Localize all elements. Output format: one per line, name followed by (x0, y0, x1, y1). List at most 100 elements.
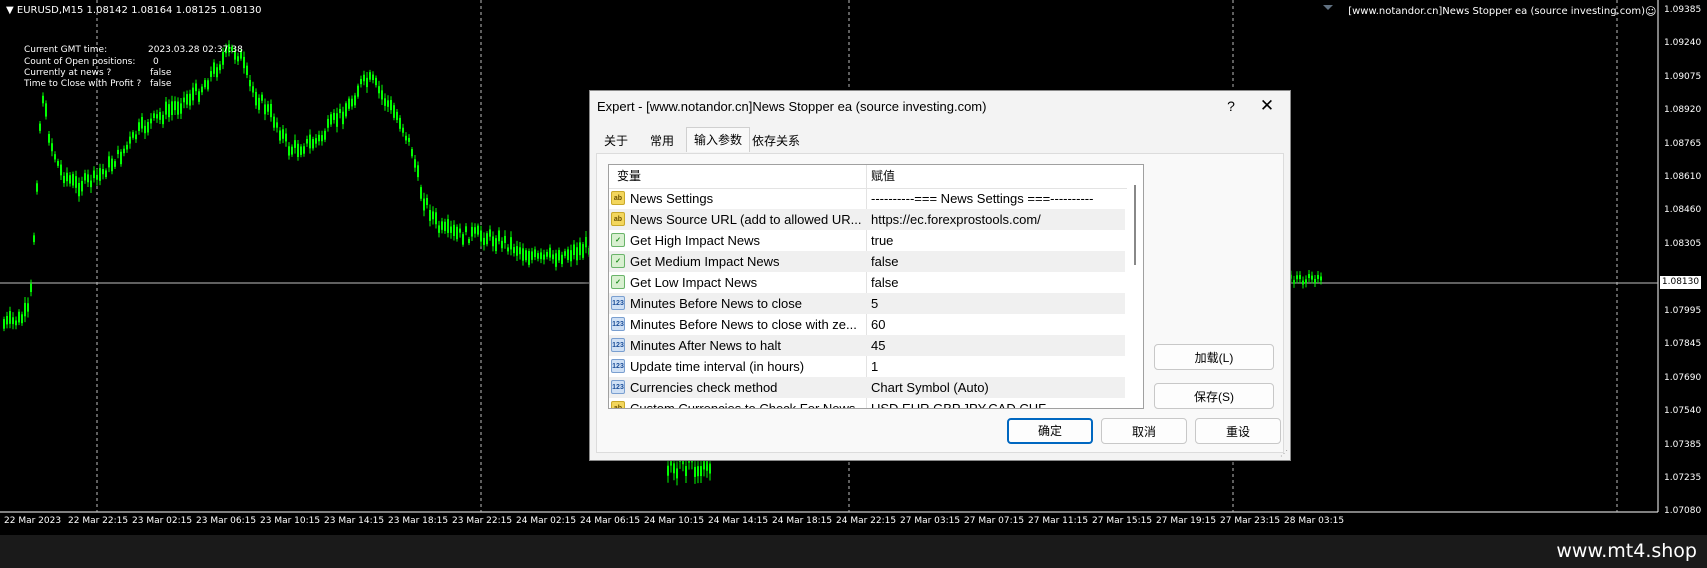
candle-body (102, 169, 104, 175)
time-tick-label: 24 Mar 14:15 (708, 516, 769, 526)
price-tick-label: 1.07080 (1664, 506, 1702, 516)
tab-about[interactable]: 关于 (596, 129, 636, 151)
param-row[interactable]: 123 Minutes After News to halt 45 (609, 335, 1125, 356)
param-row[interactable]: ab News Source URL (add to allowed UR... h… (609, 209, 1125, 230)
price-tick-label: 1.08610 (1664, 172, 1702, 182)
price-tick-label: 1.07385 (1664, 440, 1702, 450)
column-value[interactable]: 赋值 (871, 165, 895, 188)
candle-body (309, 134, 311, 149)
time-tick-label: 23 Mar 02:15 (132, 516, 193, 526)
candle-body (297, 143, 299, 158)
param-row[interactable]: 123 Minutes Before News to close 5 (609, 293, 1125, 314)
candle-body (12, 317, 14, 325)
scrollbar-thumb[interactable] (1134, 185, 1136, 265)
save-button[interactable]: 保存(S) (1154, 383, 1274, 409)
string-type-icon: ab (611, 212, 625, 226)
params-list[interactable]: 变量 赋值 ab News Settings ----------=== News … (608, 164, 1144, 409)
candle-body (312, 139, 314, 149)
price-tick-label: 1.07235 (1664, 473, 1702, 483)
time-tick-label: 24 Mar 02:15 (516, 516, 577, 526)
candle-body (246, 65, 248, 76)
params-rows: ab News Settings ----------=== News Settin… (609, 188, 1125, 408)
vertical-scrollbar[interactable] (1127, 165, 1143, 408)
candle-body (72, 174, 74, 186)
param-value[interactable]: 60 (871, 314, 885, 335)
cancel-button[interactable]: 取消 (1101, 418, 1187, 444)
param-value[interactable]: false (871, 272, 898, 293)
candle-body (33, 235, 35, 243)
info-value-positions: 0 (153, 57, 159, 67)
candle-body (84, 173, 86, 181)
candle-body (123, 148, 125, 154)
close-icon[interactable]: ✕ (1254, 95, 1280, 117)
price-tick-label: 1.07995 (1664, 306, 1702, 316)
candle-body (357, 85, 359, 97)
tab-common[interactable]: 常用 (640, 129, 684, 151)
price-tick-label: 1.08765 (1664, 139, 1702, 149)
smiley-face-icon[interactable]: ☺ (1645, 5, 1656, 18)
param-name: Minutes Before News to close (630, 296, 802, 311)
help-icon[interactable]: ? (1218, 95, 1244, 117)
price-tick-label: 1.07845 (1664, 339, 1702, 349)
param-value[interactable]: Chart Symbol (Auto) (871, 377, 989, 398)
param-row[interactable]: ✓ Get Low Impact News false (609, 272, 1125, 293)
param-value[interactable]: 1 (871, 356, 878, 377)
candle-body (441, 221, 443, 230)
param-value[interactable]: 5 (871, 293, 878, 314)
candle-body (207, 80, 209, 90)
candle-body (9, 311, 11, 324)
candle-body (54, 154, 56, 160)
candle-body (489, 229, 491, 237)
candle-body (459, 228, 461, 233)
candle-body (168, 104, 170, 118)
param-name: News Settings (630, 191, 714, 206)
candle-body (150, 118, 152, 124)
param-value[interactable]: ----------=== News Settings ===---------… (871, 188, 1093, 209)
param-row[interactable]: 123 Currencies check method Chart Symbol (… (609, 377, 1125, 398)
candle-body (306, 139, 308, 144)
candle-body (378, 86, 380, 94)
tab-inputs[interactable]: 输入参数 (686, 127, 750, 152)
param-row[interactable]: ab News Settings ----------=== News Settin… (609, 188, 1125, 209)
candle-body (66, 172, 68, 182)
bool-type-icon: ✓ (611, 254, 625, 268)
time-tick-label: 27 Mar 07:15 (964, 516, 1025, 526)
candle-body (1314, 278, 1316, 283)
candle-body (504, 235, 506, 244)
column-variable[interactable]: 变量 (617, 165, 641, 188)
reset-button[interactable]: 重设 (1195, 418, 1281, 444)
tab-dependencies[interactable]: 依存关系 (748, 129, 804, 151)
candle-body (700, 466, 702, 477)
candle-body (39, 123, 41, 131)
candle-body (258, 97, 260, 110)
param-row[interactable]: ✓ Get Medium Impact News false (609, 251, 1125, 272)
param-value[interactable]: false (871, 251, 898, 272)
param-value[interactable]: https://ec.forexprostools.com/ (871, 209, 1041, 230)
candle-body (270, 103, 272, 118)
candle-body (243, 56, 245, 69)
resize-grip-icon[interactable]: ⋰ (1280, 449, 1288, 458)
candle-body (183, 97, 185, 103)
candle-body (510, 237, 512, 250)
param-name: Update time interval (in hours) (630, 359, 805, 374)
param-row[interactable]: ab Custom Currencies to Check For News USD… (609, 398, 1125, 408)
ok-button[interactable]: 确定 (1007, 418, 1093, 444)
param-row[interactable]: ✓ Get High Impact News true (609, 230, 1125, 251)
param-row[interactable]: 123 Update time interval (in hours) 1 (609, 356, 1125, 377)
shift-marker-icon (1323, 5, 1333, 10)
param-value[interactable]: USD,EUR,GBP,JPY,CAD,CHF (871, 398, 1046, 408)
param-value[interactable]: 45 (871, 335, 885, 356)
candle-body (531, 251, 533, 260)
param-row[interactable]: 123 Minutes Before News to close with ze.… (609, 314, 1125, 335)
candle-body (285, 133, 287, 142)
candle-body (1320, 276, 1322, 281)
candle-body (676, 468, 678, 479)
candle-body (117, 149, 119, 155)
candle-body (673, 463, 675, 474)
candle-body (411, 149, 413, 157)
load-button[interactable]: 加载(L) (1154, 344, 1274, 370)
candle-body (156, 114, 158, 119)
param-value[interactable]: true (871, 230, 893, 251)
candle-body (303, 146, 305, 154)
candle-body (363, 74, 365, 82)
